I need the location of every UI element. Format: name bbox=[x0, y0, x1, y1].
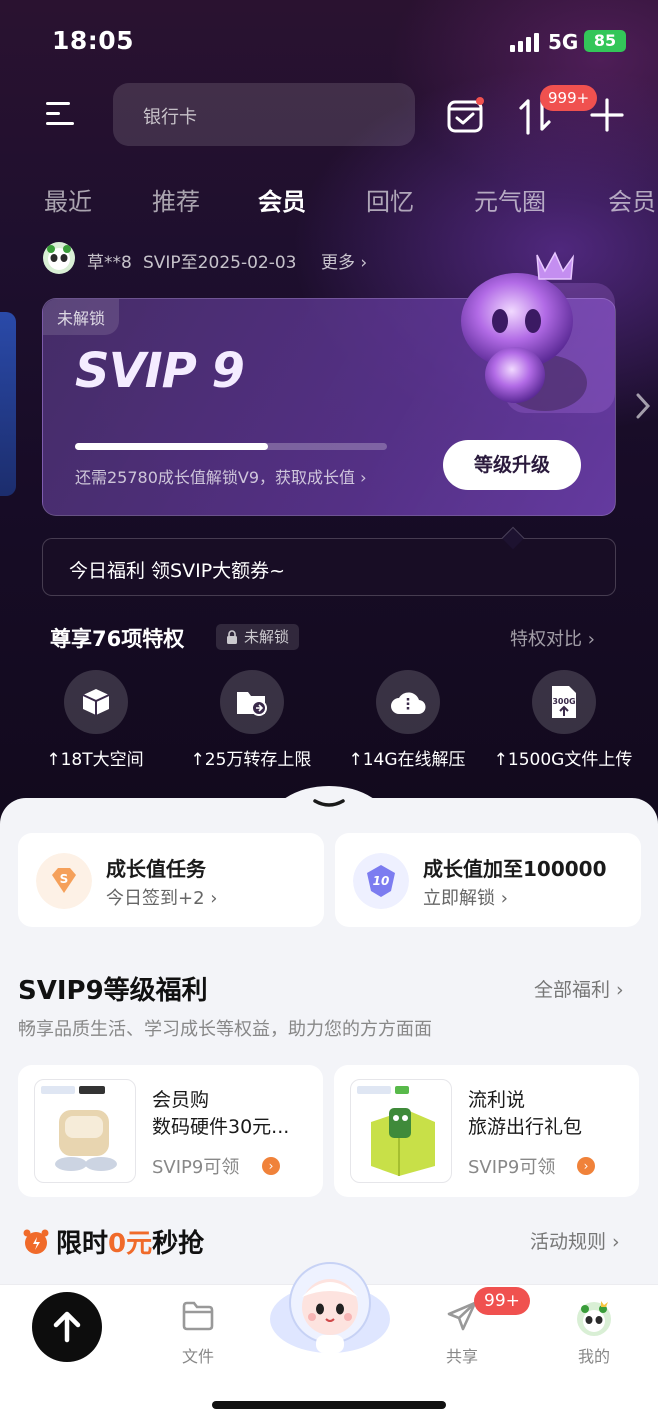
lock-icon bbox=[227, 630, 237, 644]
crystal-mascot-icon bbox=[461, 251, 615, 413]
svip-expire-date: SVIP至2025-02-03 bbox=[143, 253, 297, 273]
search-placeholder: 银行卡 bbox=[143, 107, 197, 128]
gift-brand: 流利说 bbox=[468, 1089, 526, 1111]
welfare-text: 今日福利 领SVIP大额券~ bbox=[69, 560, 286, 582]
growth-s-icon: S bbox=[36, 853, 92, 909]
privilege-unzip[interactable]: ↑14G在线解压 bbox=[332, 670, 482, 770]
gift-image bbox=[350, 1079, 452, 1183]
benefits-title: SVIP9等级福利 bbox=[18, 976, 208, 1006]
previous-level-card[interactable] bbox=[0, 312, 16, 496]
flash-sale-title: 限时0元秒抢 bbox=[56, 1229, 205, 1259]
growth-progress-fill bbox=[75, 443, 269, 450]
privilege-storage[interactable]: ↑18T大空间 bbox=[20, 670, 170, 770]
gift-claim-label: SVIP9可领 bbox=[152, 1157, 240, 1178]
assistant-mascot-icon[interactable] bbox=[268, 1257, 392, 1357]
locked-tag: 未解锁 bbox=[43, 299, 120, 335]
chevron-right-icon[interactable] bbox=[633, 392, 653, 420]
growth-upgrade-card[interactable]: 10 成长值加至100000 立即解锁 › bbox=[335, 833, 641, 927]
daily-welfare-banner[interactable]: 今日福利 领SVIP大额券~ bbox=[42, 526, 616, 596]
svip-level-logo: SVIP 9 bbox=[75, 343, 245, 399]
privilege-label: ↑25万转存上限 bbox=[190, 750, 312, 770]
svg-text:300G: 300G bbox=[552, 697, 575, 706]
arrow-up-icon bbox=[53, 1311, 81, 1343]
upload-button[interactable] bbox=[32, 1292, 102, 1362]
more-link[interactable]: 更多 › bbox=[321, 248, 367, 273]
privilege-label: ↑14G在线解压 bbox=[348, 750, 466, 770]
network-type: 5G bbox=[548, 30, 579, 54]
folder-transfer-icon bbox=[237, 692, 267, 716]
gift-image bbox=[34, 1079, 136, 1183]
gift-box-icon bbox=[357, 1086, 435, 1176]
user-name: 草**8 bbox=[87, 253, 132, 273]
menu-icon[interactable] bbox=[46, 100, 76, 128]
tab-member[interactable]: 会员 bbox=[258, 182, 306, 217]
gift-card-liulishuo[interactable]: 流利说 旅游出行礼包 SVIP9可领 › bbox=[334, 1065, 639, 1197]
tab-yuanqi-circle[interactable]: 元气圈 bbox=[474, 182, 546, 217]
privilege-label: ↑18T大空间 bbox=[46, 750, 144, 770]
gift-card-member-shop[interactable]: 会员购 数码硬件30元... SVIP9可领 › bbox=[18, 1065, 323, 1197]
tab-recommend[interactable]: 推荐 bbox=[152, 182, 200, 217]
benefits-subtitle: 畅享品质生活、学习成长等权益，助力您的方方面面 bbox=[18, 1019, 432, 1040]
privileges-locked-badge: 未解锁 bbox=[216, 624, 300, 650]
task-title: 成长值加至100000 bbox=[423, 857, 607, 881]
svg-text:10: 10 bbox=[373, 874, 390, 888]
upload-300g-icon: 300G bbox=[552, 686, 576, 718]
speaker-product-icon bbox=[41, 1086, 117, 1171]
gift-claim-label: SVIP9可领 bbox=[468, 1157, 556, 1178]
task-subtitle: 立即解锁 › bbox=[423, 888, 508, 909]
privileges-title: 尊享76项特权 bbox=[50, 627, 185, 651]
privilege-transfer-limit[interactable]: ↑25万转存上限 bbox=[176, 670, 326, 770]
gift-brand: 会员购 bbox=[152, 1089, 210, 1111]
cloud-zip-icon bbox=[391, 692, 426, 715]
notification-badge: 999+ bbox=[540, 85, 598, 111]
tab-member-2[interactable]: 会员 bbox=[608, 182, 656, 217]
privilege-compare-link[interactable]: 特权对比 › bbox=[510, 625, 595, 651]
top-tabs: 最近 推荐 会员 回忆 元气圈 会员 bbox=[0, 182, 658, 226]
nav-files[interactable]: 文件 bbox=[158, 1299, 238, 1367]
tab-recent[interactable]: 最近 bbox=[44, 182, 92, 217]
avatar bbox=[577, 1301, 611, 1336]
share-badge: 99+ bbox=[474, 1287, 530, 1315]
svg-text:S: S bbox=[60, 872, 69, 886]
gift-description: 数码硬件30元... bbox=[152, 1116, 290, 1138]
privilege-upload-size[interactable]: 300G ↑1500G文件上传 bbox=[488, 670, 638, 770]
calendar-check-icon[interactable] bbox=[446, 96, 484, 134]
upgrade-button[interactable]: 等级升级 bbox=[443, 440, 581, 490]
battery-icon: 85 bbox=[584, 30, 626, 52]
box-icon bbox=[82, 689, 110, 715]
chevron-right-icon: › bbox=[262, 1157, 280, 1175]
svip-level-card[interactable]: 未解锁 SVIP 9 还需25780成长值解锁V9，获取成长值 › 等级升级 bbox=[42, 251, 616, 516]
tab-memories[interactable]: 回忆 bbox=[366, 182, 414, 217]
signal-icon bbox=[510, 32, 540, 52]
growth-task-card[interactable]: S 成长值任务 今日签到+2 › bbox=[18, 833, 324, 927]
membership-info: 草**8 SVIP至2025-02-03 更多 › bbox=[43, 242, 443, 276]
status-bar: 18:05 5G 85 bbox=[0, 0, 658, 80]
growth-progress-bar bbox=[75, 443, 387, 450]
plus-icon[interactable] bbox=[590, 98, 624, 132]
growth-hint[interactable]: 还需25780成长值解锁V9，获取成长值 › bbox=[75, 464, 367, 488]
task-subtitle: 今日签到+2 › bbox=[106, 888, 218, 909]
avatar[interactable] bbox=[43, 242, 75, 274]
status-time: 18:05 bbox=[52, 26, 135, 55]
home-indicator bbox=[212, 1401, 446, 1409]
level-10-icon: 10 bbox=[353, 853, 409, 909]
search-input[interactable]: 银行卡 bbox=[113, 83, 415, 146]
folder-icon bbox=[182, 1301, 214, 1331]
chevron-down-icon[interactable] bbox=[312, 797, 346, 811]
privilege-label: ↑1500G文件上传 bbox=[493, 750, 633, 770]
all-benefits-link[interactable]: 全部福利 › bbox=[534, 975, 624, 1002]
chevron-right-icon: › bbox=[577, 1157, 595, 1175]
activity-rules-link[interactable]: 活动规则 › bbox=[530, 1227, 620, 1254]
task-title: 成长值任务 bbox=[106, 857, 206, 881]
nav-me[interactable]: 我的 bbox=[554, 1299, 634, 1367]
gift-description: 旅游出行礼包 bbox=[468, 1116, 583, 1138]
